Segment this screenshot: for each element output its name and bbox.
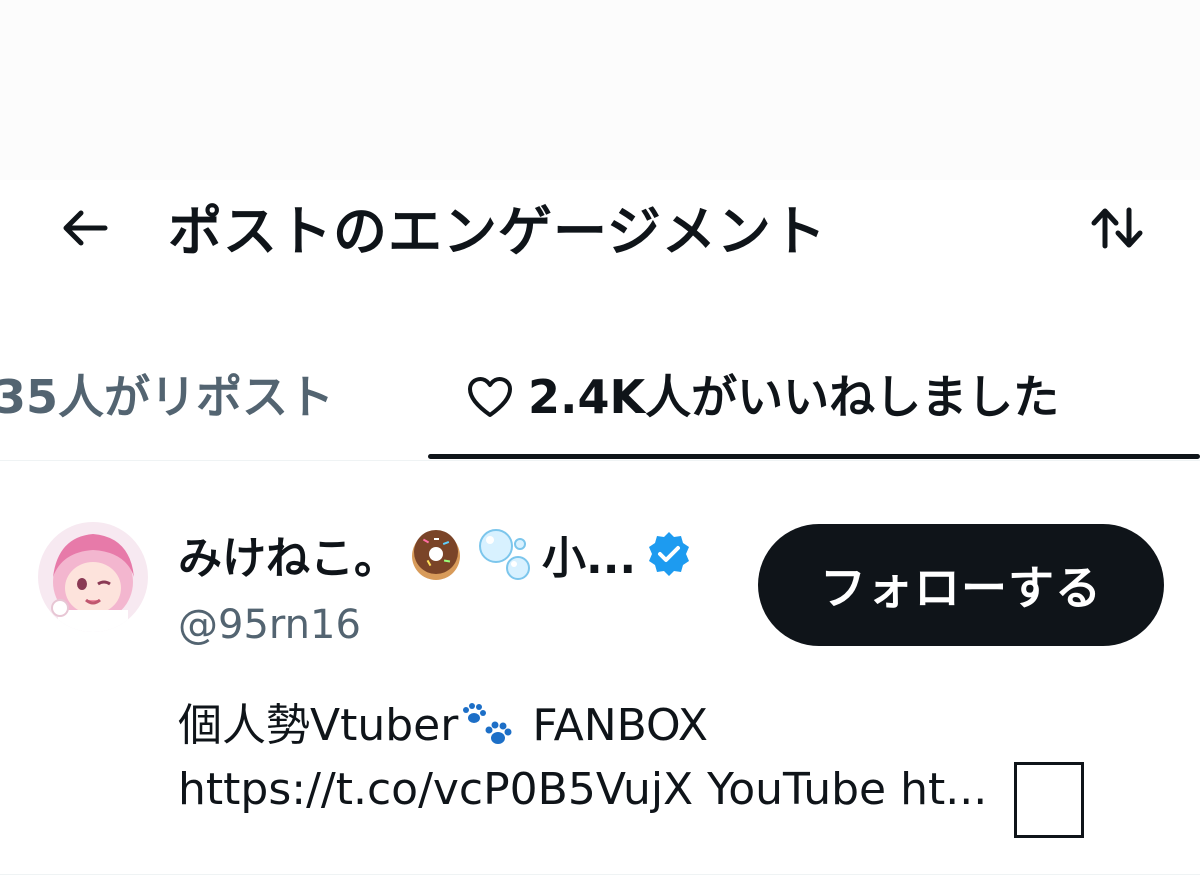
engagement-tabs: 35人がリポスト 2.4K人がいいねしました xyxy=(0,352,1200,462)
page-title: ポストのエンゲージメント xyxy=(168,200,827,263)
tab-likes-label: 2.4K人がいいねしました xyxy=(528,370,1060,424)
avatar[interactable] xyxy=(38,522,148,632)
heart-outline-icon xyxy=(466,375,514,419)
verified-badge-icon xyxy=(644,529,694,579)
donut-icon xyxy=(406,524,466,584)
sort-button[interactable] xyxy=(1082,198,1152,262)
page-header: ポストのエンゲージメント xyxy=(0,190,1200,280)
arrow-left-icon xyxy=(59,208,109,252)
row-divider xyxy=(0,874,1200,875)
back-button[interactable] xyxy=(52,198,116,262)
tab-likes[interactable]: 2.4K人がいいねしました xyxy=(466,362,1059,432)
sort-arrows-icon xyxy=(1089,206,1145,254)
tab-reposts-label: 35人がリポスト xyxy=(0,370,335,424)
display-name-suffix: 小... xyxy=(542,533,637,584)
bio-line-1-rest: FANBOX xyxy=(532,700,708,751)
bio-line-1-text: 個人勢Vtuber xyxy=(178,700,459,751)
display-name-text: みけねこ。 xyxy=(178,533,398,584)
display-name[interactable]: みけねこ。 小... xyxy=(178,524,694,584)
follow-button[interactable]: フォローする xyxy=(758,524,1164,646)
bio-line-1: 個人勢Vtuber FANBOX xyxy=(178,694,1168,758)
user-cell[interactable]: みけねこ。 小... @95rn16 フォローする 個人勢Vtuber FANB… xyxy=(0,462,1200,876)
user-handle[interactable]: @95rn16 xyxy=(178,602,361,648)
tab-reposts[interactable]: 35人がリポスト xyxy=(0,362,334,432)
cursor-box xyxy=(1014,762,1084,838)
paw-prints-icon xyxy=(460,700,518,752)
active-tab-indicator xyxy=(428,454,1200,459)
blurred-background xyxy=(0,0,1200,180)
bubbles-icon xyxy=(474,524,534,584)
tabs-divider xyxy=(0,460,1200,461)
